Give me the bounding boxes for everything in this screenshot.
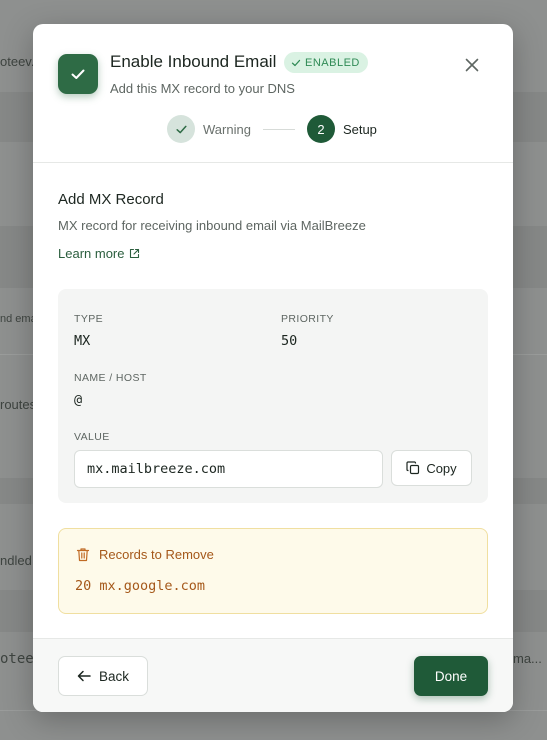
background-text: ma... — [513, 651, 542, 666]
name-host-value: @ — [74, 392, 83, 408]
copy-label: Copy — [426, 460, 457, 476]
stepper: Warning 2 Setup — [167, 115, 377, 143]
check-icon — [175, 125, 187, 133]
priority-value: 50 — [281, 333, 298, 349]
mx-record-card: TYPE MX PRIORITY 50 NAME / HOST @ VALUE … — [58, 289, 488, 503]
learn-more-link[interactable]: Learn more — [58, 246, 140, 261]
step-connector — [262, 128, 295, 130]
value-label: VALUE — [74, 431, 110, 443]
records-to-remove-title: Records to Remove — [99, 547, 214, 562]
close-button[interactable] — [461, 54, 483, 76]
background-text: routes — [0, 397, 37, 412]
name-host-label: NAME / HOST — [74, 372, 147, 384]
type-value: MX — [74, 333, 91, 349]
dialog-subtitle: Add this MX record to your DNS — [110, 81, 295, 96]
check-icon — [58, 54, 98, 94]
trash-icon — [76, 548, 90, 562]
priority-label: PRIORITY — [281, 313, 334, 325]
copy-icon — [406, 461, 420, 475]
arrow-left-icon — [77, 670, 91, 682]
dialog-footer: Back Done — [33, 638, 513, 712]
badge-label: ENABLED — [305, 56, 360, 69]
external-link-icon — [130, 248, 140, 259]
back-label: Back — [98, 668, 129, 684]
background-text: oteev. — [0, 54, 35, 69]
copy-button[interactable]: Copy — [391, 450, 472, 486]
background-text: nd ema — [0, 313, 37, 325]
step-warning-label: Warning — [203, 121, 251, 137]
section-title: Add MX Record — [58, 191, 164, 208]
value-field[interactable]: mx.mailbreeze.com — [74, 450, 383, 488]
step-warning-indicator — [167, 115, 195, 143]
dialog-header: Enable Inbound Email ENABLED Add this MX… — [33, 24, 513, 163]
type-label: TYPE — [74, 313, 104, 325]
step-setup-indicator: 2 — [306, 115, 335, 143]
step-setup-label: Setup — [342, 121, 377, 137]
records-to-remove-card: Records to Remove 20 mx.google.com — [58, 528, 488, 614]
done-button[interactable]: Done — [414, 656, 488, 696]
enable-inbound-email-dialog: Enable Inbound Email ENABLED Add this MX… — [33, 24, 513, 712]
record-to-remove: 20 mx.google.com — [75, 578, 206, 594]
close-icon — [465, 58, 479, 72]
learn-more-label: Learn more — [58, 246, 125, 261]
back-button[interactable]: Back — [58, 656, 148, 696]
section-description: MX record for receiving inbound email vi… — [58, 218, 366, 233]
dialog-title: Enable Inbound Email — [110, 52, 277, 71]
background-text: ndled — [0, 553, 32, 568]
check-icon — [291, 59, 301, 66]
enabled-badge: ENABLED — [284, 52, 368, 73]
